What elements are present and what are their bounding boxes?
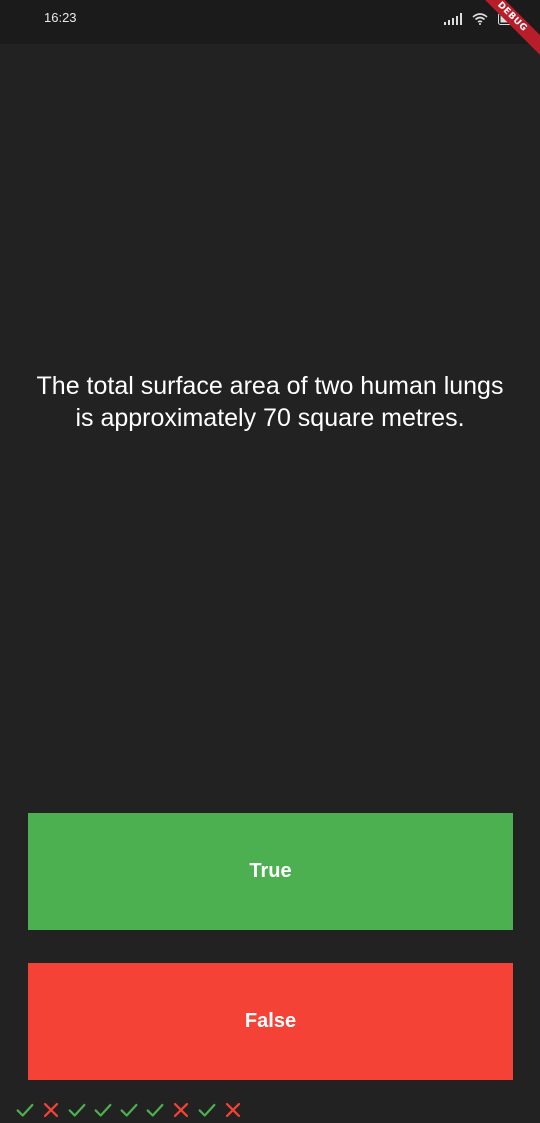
question-text: The total surface area of two human lung… — [36, 372, 504, 432]
status-bar: 16:23 DEBUG — [0, 0, 540, 58]
close-icon — [173, 1102, 189, 1118]
close-icon — [225, 1102, 241, 1118]
close-icon — [43, 1102, 59, 1118]
signal-icon — [444, 13, 462, 25]
false-button[interactable]: False — [28, 963, 513, 1080]
quiz-screen: 16:23 DEBUG The total surface area of tw… — [0, 0, 540, 1123]
status-time: 16:23 — [44, 10, 77, 25]
question-area: The total surface area of two human lung… — [30, 370, 510, 434]
check-icon — [94, 1103, 112, 1117]
score-keeper — [14, 1098, 244, 1122]
check-icon — [146, 1103, 164, 1117]
debug-banner: DEBUG — [471, 0, 540, 58]
check-icon — [16, 1103, 34, 1117]
check-icon — [198, 1103, 216, 1117]
check-icon — [120, 1103, 138, 1117]
check-icon — [68, 1103, 86, 1117]
wifi-icon — [472, 13, 488, 25]
true-button[interactable]: True — [28, 813, 513, 930]
